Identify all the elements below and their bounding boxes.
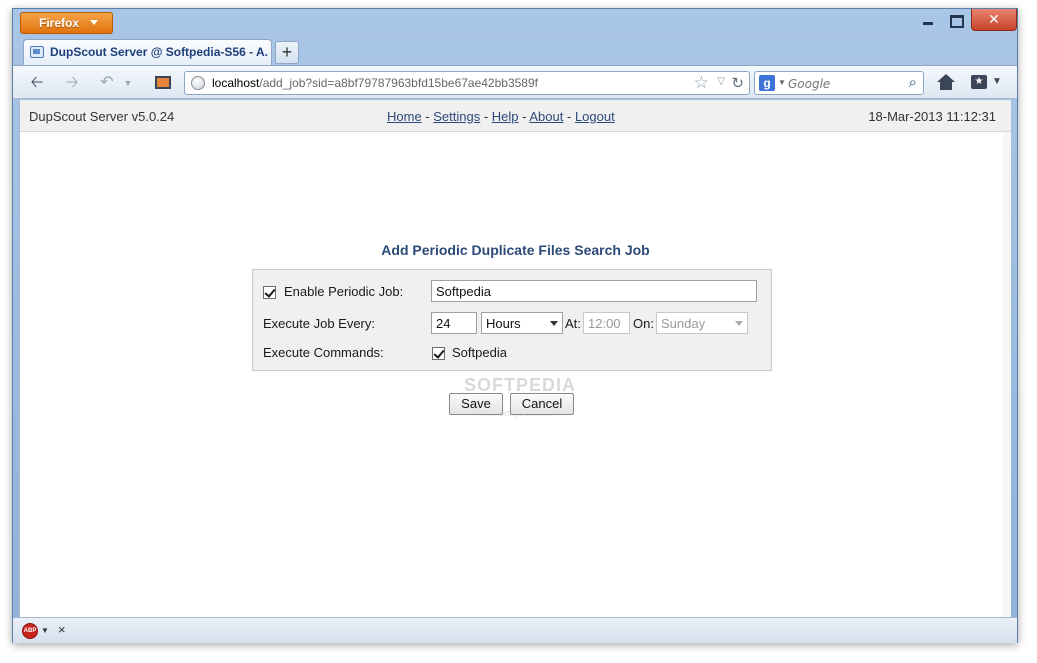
chevron-down-icon	[550, 321, 558, 326]
app-header: DupScout Server v5.0.24 Home - Settings …	[20, 100, 1011, 132]
on-label: On:	[633, 316, 654, 331]
search-icon[interactable]: ⌕	[909, 74, 917, 91]
globe-icon	[191, 76, 205, 90]
browser-window: Firefox ✕ DupScout Server @ Softpedia-S5…	[12, 8, 1018, 643]
address-bar[interactable]: localhost/add_job?sid=a8bf79787963bfd15b…	[184, 71, 750, 95]
search-input[interactable]	[788, 75, 898, 92]
on-day-value: Sunday	[661, 316, 706, 331]
title-bar: Firefox ✕	[13, 9, 1017, 39]
url-text[interactable]: localhost/add_job?sid=a8bf79787963bfd15b…	[212, 76, 538, 90]
screenshot-icon[interactable]	[151, 72, 175, 94]
save-button[interactable]: Save	[449, 393, 503, 415]
nav-home-link[interactable]: Home	[387, 109, 422, 124]
enable-periodic-job-label: Enable Periodic Job:	[284, 284, 404, 299]
addon-bar: ABP ▼ ×	[13, 617, 1017, 643]
close-addon-bar-icon[interactable]: ×	[58, 622, 66, 637]
server-datetime: 18-Mar-2013 11:12:31	[868, 109, 996, 124]
navigation-toolbar: 🡠 🡢 ↶ ▼ localhost/add_job?sid=a8bf797879…	[13, 65, 1017, 99]
forward-icon[interactable]: 🡢	[60, 72, 84, 94]
back-icon[interactable]: 🡠	[25, 72, 49, 94]
url-dropdown-icon[interactable]: ▽	[717, 76, 725, 87]
close-window-button[interactable]: ✕	[971, 9, 1017, 31]
command-label: Softpedia	[452, 345, 507, 360]
page-title: Add Periodic Duplicate Files Search Job	[381, 242, 650, 258]
command-checkbox[interactable]	[432, 347, 445, 360]
history-dropdown-icon[interactable]: ▼	[121, 72, 135, 94]
home-icon[interactable]	[933, 71, 959, 95]
at-time-input[interactable]	[583, 312, 630, 334]
maximize-button[interactable]	[941, 9, 971, 31]
browser-tab[interactable]: DupScout Server @ Softpedia-S56 - A...	[23, 39, 272, 65]
job-form: Enable Periodic Job: Execute Job Every: …	[252, 269, 772, 371]
nav-separator: -	[518, 109, 530, 124]
engine-dropdown-icon[interactable]: ▼	[778, 78, 786, 87]
bookmarks-button[interactable]: ★ ▼	[971, 73, 1005, 93]
execute-every-label: Execute Job Every:	[263, 316, 375, 331]
interval-unit-select[interactable]: Hours	[481, 312, 563, 334]
close-icon: ✕	[988, 11, 1000, 27]
history-icon[interactable]: ↶	[95, 72, 119, 94]
vertical-scrollbar[interactable]	[1003, 132, 1011, 617]
new-tab-button[interactable]: +	[275, 41, 299, 64]
interval-unit-value: Hours	[486, 316, 521, 331]
reload-icon[interactable]: ↻	[731, 74, 744, 92]
on-day-select[interactable]: Sunday	[656, 312, 748, 334]
nav-settings-link[interactable]: Settings	[433, 109, 480, 124]
star-icon[interactable]: ☆	[694, 73, 709, 93]
nav-help-link[interactable]: Help	[492, 109, 519, 124]
chevron-down-icon	[90, 20, 98, 25]
favicon-icon	[30, 46, 44, 58]
cancel-button[interactable]: Cancel	[510, 393, 574, 415]
search-bar[interactable]: g ▼ ⌕	[754, 71, 924, 95]
chevron-down-icon	[735, 321, 743, 326]
execute-commands-label: Execute Commands:	[263, 345, 384, 360]
nav-separator: -	[563, 109, 575, 124]
tab-title: DupScout Server @ Softpedia-S56 - A...	[50, 45, 268, 59]
page-content: DupScout Server v5.0.24 Home - Settings …	[19, 100, 1011, 617]
app-name: DupScout Server v5.0.24	[29, 109, 175, 124]
at-label: At:	[565, 316, 581, 331]
firefox-menu-button[interactable]: Firefox	[20, 12, 113, 34]
top-nav: Home - Settings - Help - About - Logout	[387, 109, 615, 124]
job-name-input[interactable]	[431, 280, 757, 302]
bookmarks-icon: ★	[971, 75, 987, 89]
minimize-button[interactable]	[913, 9, 943, 31]
nav-separator: -	[480, 109, 492, 124]
adblock-plus-icon[interactable]: ABP	[22, 623, 38, 639]
interval-value-input[interactable]	[431, 312, 477, 334]
nav-logout-link[interactable]: Logout	[575, 109, 615, 124]
google-engine-icon[interactable]: g	[759, 75, 775, 91]
chevron-down-icon: ▼	[992, 76, 1002, 87]
enable-periodic-job-checkbox[interactable]	[263, 286, 276, 299]
adblock-dropdown-icon[interactable]: ▼	[41, 626, 49, 635]
nav-separator: -	[421, 109, 434, 124]
nav-about-link[interactable]: About	[529, 109, 563, 124]
firefox-menu-label: Firefox	[39, 16, 80, 30]
